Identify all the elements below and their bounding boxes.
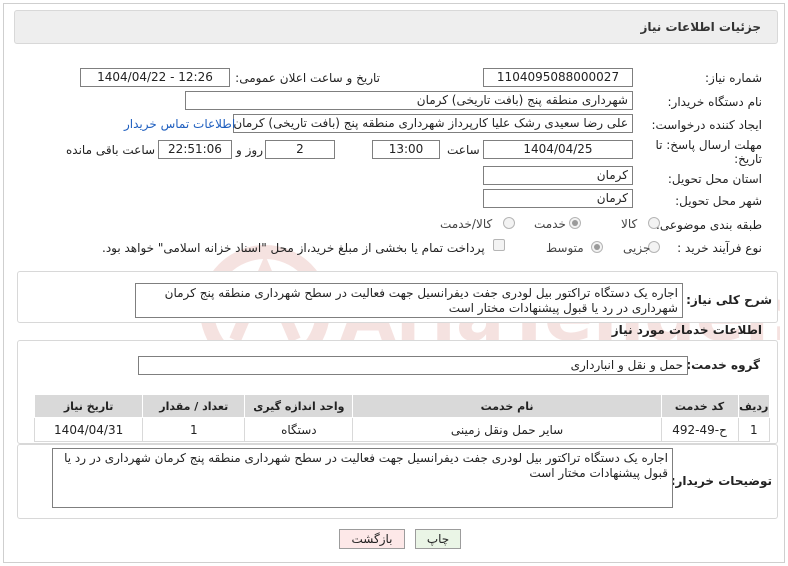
col-service-code: کد خدمت: [660, 394, 739, 418]
buyer-contact-link[interactable]: اطلاعات تماس خریدار: [124, 117, 235, 131]
col-quantity: تعداد / مقدار: [142, 394, 246, 418]
col-service-name: نام خدمت: [352, 394, 662, 418]
cell-quantity: 1: [142, 417, 246, 442]
deadline-days-label: روز و: [236, 143, 263, 157]
category-option-goods-service: کالا/خدمت: [440, 217, 493, 231]
description-textarea[interactable]: اجاره یک دستگاه تراکتور بیل لودری جفت دی…: [135, 283, 683, 318]
treasury-payment-checkbox[interactable]: [493, 239, 505, 251]
category-radio-goods[interactable]: [648, 217, 660, 229]
need-number-label: شماره نیاز:: [705, 71, 762, 85]
need-number-field: 1104095088000027: [483, 68, 633, 87]
deadline-time-field: 13:00: [372, 140, 440, 159]
cell-row-number: 1: [737, 417, 771, 442]
cell-service-code: ح-49-492: [660, 417, 739, 442]
print-button[interactable]: چاپ: [415, 529, 461, 549]
announce-datetime-label: تاریخ و ساعت اعلان عمومی:: [235, 71, 380, 85]
deadline-label-line1: مهلت ارسال پاسخ: تا: [655, 138, 762, 152]
process-type-label: نوع فرآیند خرید :: [677, 241, 762, 255]
cell-unit: دستگاه: [244, 417, 354, 442]
buyer-org-field: شهرداری منطقه پنج (بافت تاریخی) کرمان: [185, 91, 633, 110]
city-field: کرمان: [483, 189, 633, 208]
buyer-notes-textarea[interactable]: اجاره یک دستگاه تراکتور بیل لودری جفت دی…: [52, 448, 673, 508]
services-table: ردیف کد خدمت نام خدمت واحد اندازه گیری ت…: [33, 394, 771, 442]
back-button[interactable]: بازگشت: [339, 529, 405, 549]
process-radio-medium[interactable]: [591, 241, 603, 253]
province-label: استان محل تحویل:: [667, 172, 762, 186]
page-title: جزئیات اطلاعات نیاز: [640, 20, 761, 34]
deadline-date-field: 1404/04/25: [483, 140, 633, 159]
table-row: 1 ح-49-492 سایر حمل ونقل زمینی دستگاه 1 …: [33, 417, 771, 442]
col-row-number: ردیف: [737, 394, 771, 418]
requester-field: علی رضا سعیدی رشک علیا کارپرداز شهرداری …: [233, 114, 633, 133]
services-table-header: ردیف کد خدمت نام خدمت واحد اندازه گیری ت…: [33, 394, 771, 418]
deadline-label-line2: تاریخ:: [734, 152, 762, 166]
description-label: شرح کلی نیاز:: [686, 293, 772, 307]
remaining-time-label: ساعت باقی مانده: [66, 143, 156, 157]
cell-need-date: 1404/04/31: [33, 417, 144, 442]
services-section-title: اطلاعات خدمات مورد نیاز: [611, 323, 762, 337]
remaining-time-field: 22:51:06: [158, 140, 232, 159]
header-panel: جزئیات اطلاعات نیاز: [14, 10, 778, 44]
province-field: کرمان: [483, 166, 633, 185]
category-radio-service[interactable]: [569, 217, 581, 229]
col-unit: واحد اندازه گیری: [244, 394, 354, 418]
category-option-goods: کالا: [621, 217, 638, 231]
col-need-date: تاریخ نیاز: [33, 394, 144, 418]
deadline-time-label: ساعت: [447, 143, 480, 157]
process-option-medium: متوسط: [546, 241, 584, 255]
service-group-label: گروه خدمت:: [686, 358, 760, 372]
deadline-days-field: 2: [265, 140, 335, 159]
announce-datetime-field: 1404/04/22 - 12:26: [80, 68, 230, 87]
category-label: طبقه بندی موضوعی:: [655, 218, 762, 232]
city-label: شهر محل تحویل:: [675, 194, 762, 208]
cell-service-name: سایر حمل ونقل زمینی: [352, 417, 662, 442]
service-group-field: حمل و نقل و انبارداری: [138, 356, 688, 375]
buyer-org-label: نام دستگاه خریدار:: [667, 95, 763, 109]
category-option-service: خدمت: [534, 217, 566, 231]
treasury-payment-note: پرداخت تمام یا بخشی از مبلغ خرید،از محل …: [102, 241, 485, 255]
requester-label: ایجاد کننده درخواست:: [651, 118, 762, 132]
category-radio-goods-service[interactable]: [503, 217, 515, 229]
buyer-notes-label: توضیحات خریدار:: [670, 474, 772, 488]
process-option-minor: جزیی: [623, 241, 651, 255]
